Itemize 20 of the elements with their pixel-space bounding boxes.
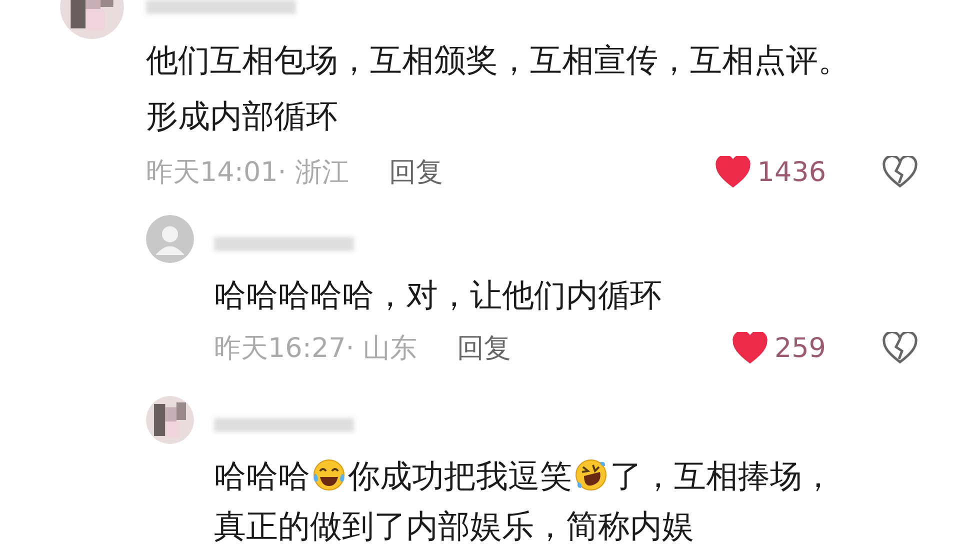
comment-text: 了，互相捧场， xyxy=(610,457,834,495)
comment-time: 昨天14:01· 浙江 xyxy=(146,156,349,190)
laughing-emoji-icon xyxy=(312,458,346,492)
like-count: 1436 xyxy=(757,156,826,188)
comment-text: 你成功把我逗笑 xyxy=(348,457,572,495)
comment-text: 哈哈哈哈哈，对，让他们内循环 xyxy=(214,276,662,314)
comment-time: 昨天16:27· 山东 xyxy=(214,332,417,366)
broken-heart-icon[interactable] xyxy=(882,332,918,364)
comment-text: 他们互相包场，互相颁奖，互相宣传，互相点评。 xyxy=(146,41,850,79)
broken-heart-icon[interactable] xyxy=(882,156,918,188)
heart-icon[interactable] xyxy=(732,332,768,364)
reply-link[interactable]: 回复 xyxy=(388,154,443,190)
comment-text: 真正的做到了内部娱乐，简称内娱 xyxy=(214,507,694,545)
comment-text: 哈哈哈 xyxy=(214,457,310,495)
like-count: 259 xyxy=(774,332,826,364)
reply-link[interactable]: 回复 xyxy=(456,330,511,366)
comment-text: 形成内部循环 xyxy=(146,97,338,135)
avatar[interactable] xyxy=(146,396,194,444)
rolling-laughing-emoji-icon xyxy=(574,458,608,492)
heart-icon[interactable] xyxy=(715,156,752,188)
